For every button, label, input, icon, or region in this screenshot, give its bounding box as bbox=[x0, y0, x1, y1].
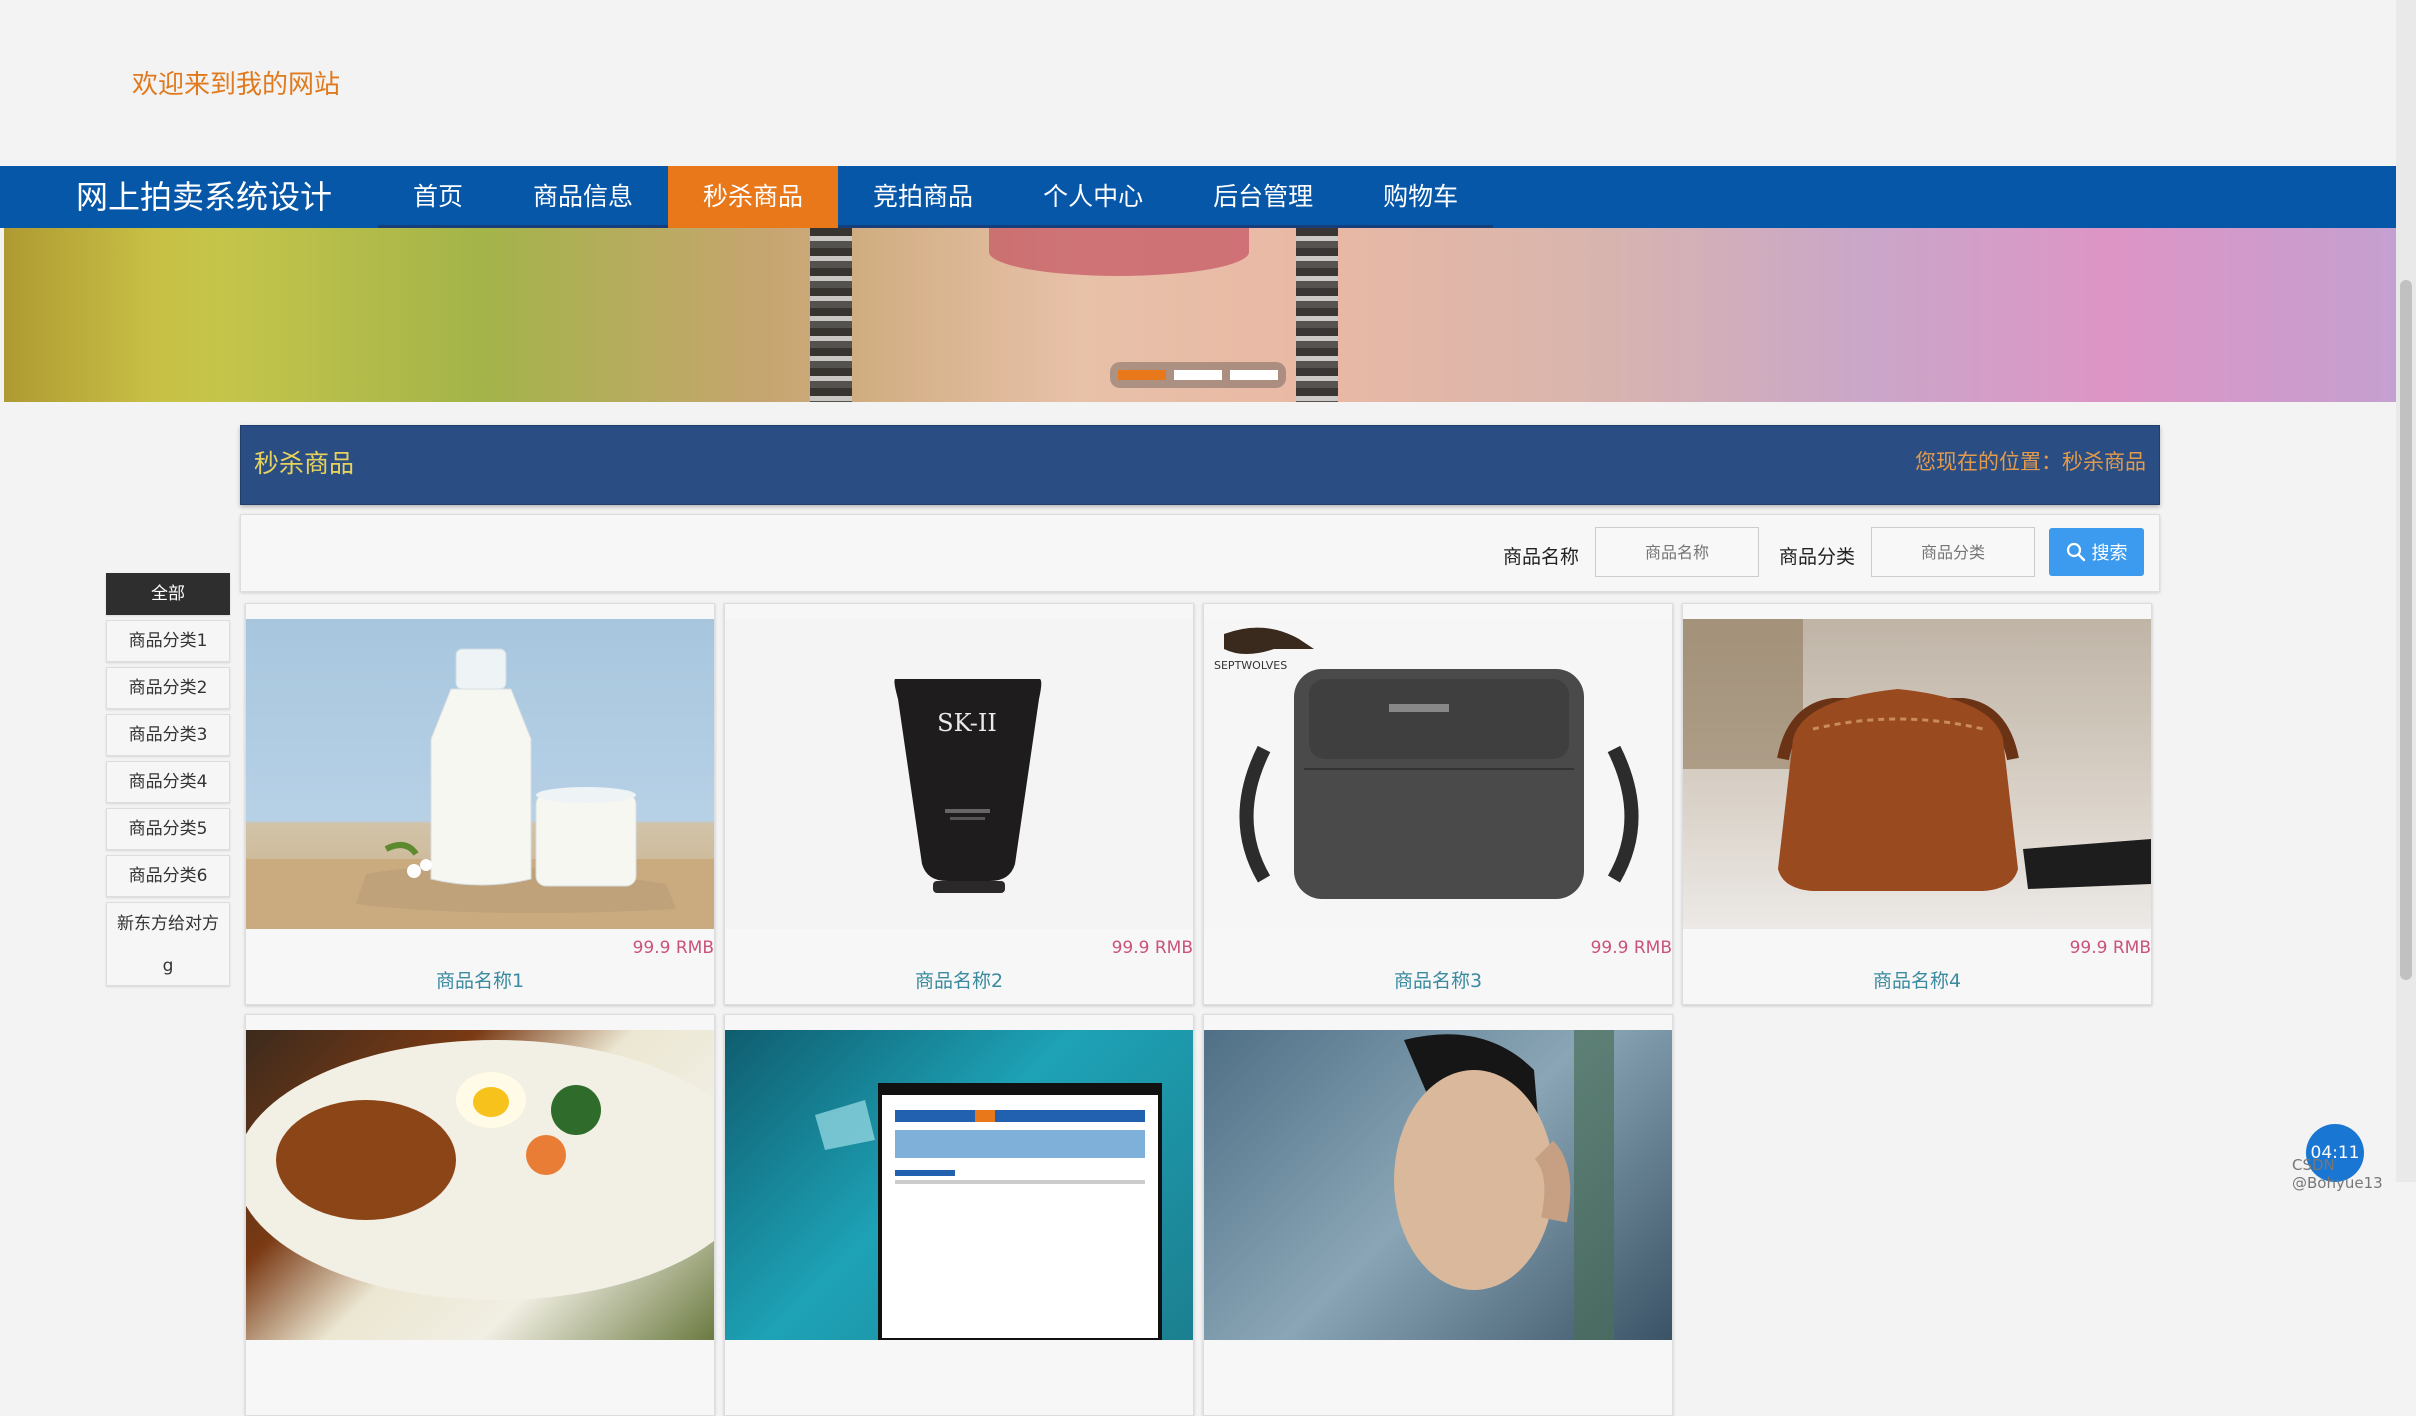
site-brand[interactable]: 网上拍卖系统设计 bbox=[0, 166, 378, 228]
category-label: 商品分类 bbox=[1779, 546, 1856, 568]
page-scrollbar[interactable] bbox=[2396, 0, 2416, 1182]
product-price: 99.9 RMB bbox=[2069, 938, 2151, 958]
category-item[interactable]: 商品分类1 bbox=[106, 620, 230, 662]
product-card[interactable] bbox=[245, 1014, 715, 1416]
product-name-link[interactable]: 商品名称3 bbox=[1204, 966, 1672, 993]
nav-item-product-info[interactable]: 商品信息 bbox=[498, 166, 669, 228]
nav-item-flash-sale[interactable]: 秒杀商品 bbox=[668, 166, 839, 228]
product-category-input[interactable] bbox=[1871, 527, 2035, 577]
product-image-shoulder-bag[interactable]: SEPTWOLVES bbox=[1204, 619, 1672, 929]
portrait-illustration bbox=[1394, 1030, 1614, 1340]
main-nav: 网上拍卖系统设计 首页 商品信息 秒杀商品 竞拍商品 个人中心 后台管理 购物车 bbox=[0, 166, 2396, 228]
septwolves-logo-text: SEPTWOLVES bbox=[1214, 659, 1287, 672]
leather-bag-illustration bbox=[1683, 619, 2151, 891]
product-card[interactable]: SEPTWOLVES 99.9 RMB 商品名称3 bbox=[1203, 603, 1673, 1005]
skii-logo-text: SK-II bbox=[937, 709, 997, 737]
product-image-milk[interactable] bbox=[246, 619, 714, 929]
welcome-text: 欢迎来到我的网站 bbox=[132, 70, 341, 100]
banner-earring-left bbox=[810, 228, 852, 402]
category-item[interactable]: 新东方给对方g bbox=[106, 902, 230, 986]
banner-earring-right bbox=[1296, 228, 1338, 402]
nav-item-personal-center[interactable]: 个人中心 bbox=[1008, 166, 1179, 228]
carousel-dot[interactable] bbox=[1118, 370, 1166, 380]
search-icon bbox=[2066, 542, 2085, 562]
product-image-skii[interactable]: SK-II bbox=[725, 619, 1193, 929]
product-price: 99.9 RMB bbox=[632, 938, 714, 958]
banner-model-face bbox=[989, 228, 1249, 276]
breadcrumb: 您现在的位置：秒杀商品 bbox=[1915, 450, 2146, 474]
product-card[interactable]: 99.9 RMB 商品名称4 bbox=[1682, 603, 2152, 1005]
banner-shade bbox=[4, 228, 154, 402]
milk-illustration bbox=[246, 648, 714, 929]
nav-item-auction[interactable]: 竞拍商品 bbox=[838, 166, 1009, 228]
product-card[interactable]: 99.9 RMB 商品名称1 bbox=[245, 603, 715, 1005]
website-illustration bbox=[815, 1083, 1162, 1340]
product-name-link[interactable]: 商品名称1 bbox=[246, 966, 714, 993]
search-bar: 商品名称 商品分类 搜索 bbox=[240, 514, 2160, 592]
carousel-indicators bbox=[1110, 362, 1286, 388]
search-button-label: 搜索 bbox=[2091, 543, 2128, 564]
category-all[interactable]: 全部 bbox=[106, 573, 230, 615]
category-item[interactable]: 商品分类2 bbox=[106, 667, 230, 709]
category-item[interactable]: 商品分类5 bbox=[106, 808, 230, 850]
product-name-link[interactable]: 商品名称2 bbox=[725, 966, 1193, 993]
shoulder-bag-illustration: SEPTWOLVES bbox=[1214, 627, 1639, 899]
product-price: 99.9 RMB bbox=[1111, 938, 1193, 958]
watermark: CSDN @Bohyue13 bbox=[2292, 1156, 2383, 1192]
section-header: 秒杀商品 您现在的位置：秒杀商品 bbox=[240, 425, 2160, 505]
product-name-input[interactable] bbox=[1595, 527, 1759, 577]
scrollbar-thumb[interactable] bbox=[2400, 280, 2412, 980]
product-image-portrait[interactable] bbox=[1204, 1030, 1672, 1340]
product-image-leather-bag[interactable] bbox=[1683, 619, 2151, 929]
skii-illustration: SK-II bbox=[894, 679, 1042, 893]
product-card[interactable]: SK-II 99.9 RMB 商品名称2 bbox=[724, 603, 1194, 1005]
product-image-website[interactable] bbox=[725, 1030, 1193, 1340]
name-label: 商品名称 bbox=[1503, 546, 1580, 568]
category-sidebar: 全部 商品分类1 商品分类2 商品分类3 商品分类4 商品分类5 商品分类6 新… bbox=[106, 573, 230, 991]
product-card[interactable] bbox=[1203, 1014, 1673, 1416]
nav-item-admin[interactable]: 后台管理 bbox=[1178, 166, 1349, 228]
product-name-link[interactable]: 商品名称4 bbox=[1683, 966, 2151, 993]
product-price: 99.9 RMB bbox=[1590, 938, 1672, 958]
search-button[interactable]: 搜索 bbox=[2049, 528, 2144, 576]
nav-item-home[interactable]: 首页 bbox=[378, 166, 499, 228]
carousel-dot[interactable] bbox=[1174, 370, 1222, 380]
nav-item-cart[interactable]: 购物车 bbox=[1348, 166, 1494, 228]
food-illustration bbox=[246, 1040, 714, 1300]
product-image-food[interactable] bbox=[246, 1030, 714, 1340]
carousel-dot[interactable] bbox=[1230, 370, 1278, 380]
category-item[interactable]: 商品分类6 bbox=[106, 855, 230, 897]
product-card[interactable] bbox=[724, 1014, 1194, 1416]
category-item[interactable]: 商品分类4 bbox=[106, 761, 230, 803]
category-item[interactable]: 商品分类3 bbox=[106, 714, 230, 756]
section-title: 秒杀商品 bbox=[254, 449, 355, 478]
